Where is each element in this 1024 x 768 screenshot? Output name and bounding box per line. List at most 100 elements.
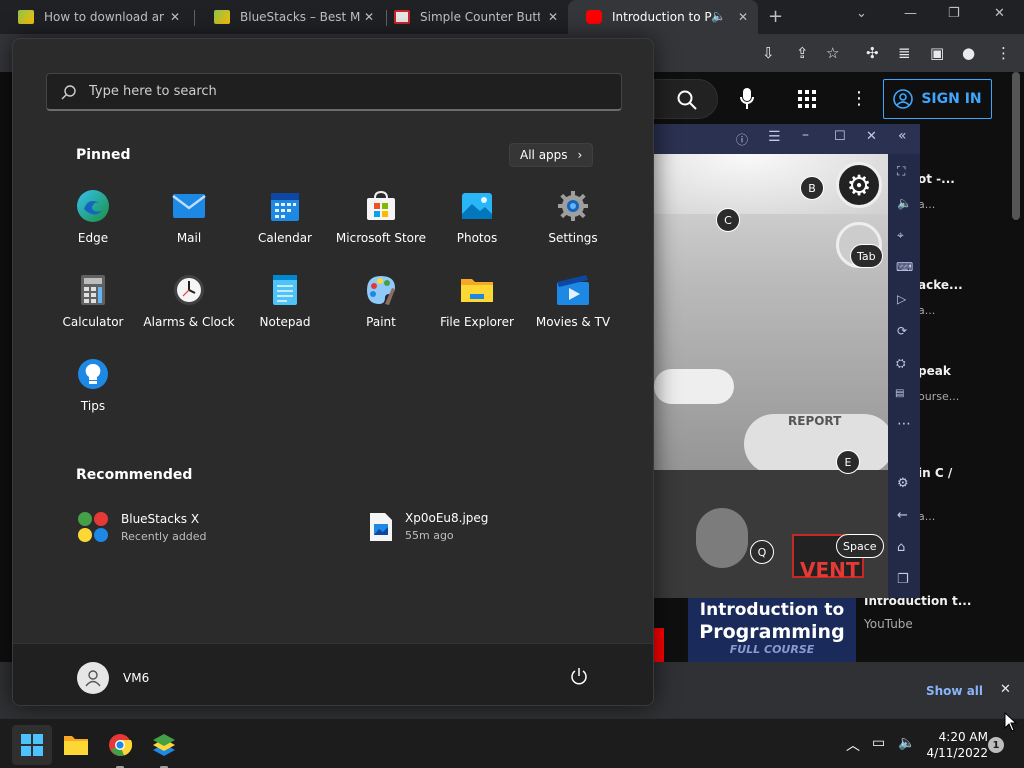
close-tab-icon[interactable]: ✕ (364, 10, 374, 24)
paint-icon (364, 273, 398, 307)
maximize-icon[interactable]: ☐ (834, 129, 846, 144)
app-label: Notepad (259, 315, 311, 329)
install-icon[interactable]: ⇩ (762, 44, 775, 62)
keymap-b[interactable]: B (800, 176, 824, 200)
volume-icon[interactable]: 🔈 (898, 735, 915, 751)
sign-in-button[interactable]: SIGN IN (883, 79, 992, 119)
taskbar-chrome[interactable] (100, 725, 140, 768)
crewmate-figure (696, 508, 748, 568)
start-search-input[interactable] (89, 84, 589, 99)
pointer-icon[interactable]: ⌖ (897, 228, 904, 243)
minimize-button[interactable]: — (904, 6, 917, 21)
home-icon[interactable]: ⌂ (897, 540, 905, 555)
macro-icon[interactable]: ▷ (897, 292, 906, 306)
rotate-icon[interactable]: ⟳ (897, 324, 907, 338)
notification-badge[interactable]: 1 (988, 737, 1004, 753)
pinned-app-paint[interactable]: Paint (333, 261, 429, 331)
extensions-icon[interactable]: ✣ (866, 44, 879, 62)
taskbar-bluestacks[interactable] (144, 725, 184, 768)
pinned-app-movies-tv[interactable]: Movies & TV (525, 261, 621, 331)
related-video-title[interactable]: ot -... (918, 172, 955, 186)
tab-introduction-to-programming[interactable]: Introduction to Pro 🔈 ✕ (568, 0, 758, 34)
tab-bluestacks[interactable]: BlueStacks – Best Mobi ✕ (196, 0, 384, 34)
side-panel-icon[interactable]: ▣ (930, 44, 944, 62)
more-icon[interactable]: ⋯ (897, 416, 911, 432)
close-download-bar-icon[interactable]: ✕ (1000, 682, 1011, 697)
youtube-search-button[interactable] (654, 79, 718, 119)
pinned-app-file-explorer[interactable]: File Explorer (429, 261, 525, 331)
minimize-icon[interactable]: – (802, 127, 809, 143)
video-thumbnail[interactable]: Introduction to Programming FULL COURSE (688, 598, 856, 662)
close-window-button[interactable]: ✕ (994, 6, 1005, 21)
pinned-app-edge[interactable]: Edge (45, 177, 141, 247)
recommended-item-bluestacks[interactable]: BlueStacks X Recently added (77, 511, 207, 543)
page-scrollbar[interactable] (1012, 72, 1020, 220)
thumbnail-title-line: Introduction to (699, 600, 845, 620)
volume-icon[interactable]: 🔈 (897, 196, 912, 210)
settings-icon[interactable]: ⚙ (897, 476, 909, 491)
multi-instance-icon[interactable]: ⛭ (896, 356, 906, 371)
keymap-q[interactable]: Q (750, 540, 774, 564)
browser-menu-icon[interactable]: ⋮ (996, 44, 1011, 62)
user-account-button[interactable]: VM6 (77, 662, 149, 694)
taskbar-file-explorer[interactable] (56, 725, 96, 765)
tab-search-icon[interactable]: ⌄ (856, 6, 867, 21)
keymap-space[interactable]: Space (836, 534, 884, 558)
recent-apps-icon[interactable]: ❐ (897, 572, 909, 587)
media-control-icon[interactable]: ≣ (898, 44, 911, 62)
pinned-app-microsoft-store[interactable]: Microsoft Store (333, 177, 429, 247)
thumbnail-title-line: Programming (699, 621, 845, 643)
game-view[interactable]: REPORT VENT B C ⚙ Tab E Q Space (654, 154, 888, 598)
apk-install-icon[interactable]: ▤ (895, 388, 904, 399)
keymap-c[interactable]: C (716, 208, 740, 232)
pinned-app-notepad[interactable]: Notepad (237, 261, 333, 331)
pinned-app-calculator[interactable]: Calculator (45, 261, 141, 331)
profile-icon[interactable]: ● (962, 44, 975, 62)
pinned-app-calendar[interactable]: Calendar (237, 177, 333, 247)
pinned-app-mail[interactable]: Mail (141, 177, 237, 247)
help-icon[interactable]: ⓘ (736, 131, 748, 148)
start-search-box[interactable] (46, 73, 622, 111)
system-clock[interactable]: 4:20 AM 4/11/2022 (920, 729, 988, 761)
related-video-title[interactable]: acke... (918, 278, 963, 292)
share-icon[interactable]: ⇪ (796, 44, 809, 62)
start-button[interactable] (12, 725, 52, 765)
show-hidden-icons-icon[interactable]: ︿ (846, 735, 860, 755)
close-tab-icon[interactable]: ✕ (170, 10, 180, 24)
power-button[interactable] (569, 666, 591, 688)
keymap-e[interactable]: E (836, 450, 860, 474)
apps-grid-icon[interactable] (798, 90, 816, 112)
tab-how-to-download[interactable]: How to download and i ✕ (0, 0, 190, 34)
pinned-app-photos[interactable]: Photos (429, 177, 525, 247)
page-favicon-icon (394, 10, 410, 24)
network-icon[interactable]: ▭ (872, 735, 885, 751)
pinned-app-tips[interactable]: Tips (45, 345, 141, 415)
tab-simple-counter[interactable]: Simple Counter Button ✕ (376, 0, 568, 34)
recommended-item-jpeg[interactable]: Xp0oEu8.jpeg 55m ago (369, 511, 488, 542)
menu-icon[interactable]: ☰ (768, 129, 781, 145)
close-tab-icon[interactable]: ✕ (548, 10, 558, 24)
keymap-tab[interactable]: Tab (850, 244, 883, 268)
keyboard-icon[interactable]: ⌨ (896, 260, 913, 274)
pinned-app-settings[interactable]: Settings (525, 177, 621, 247)
close-tab-icon[interactable]: ✕ (738, 10, 748, 24)
close-icon[interactable]: ✕ (866, 129, 877, 144)
pinned-app-alarms-clock[interactable]: Alarms & Clock (141, 261, 237, 331)
recommended-title: BlueStacks X (121, 511, 200, 526)
settings-gear-icon[interactable]: ⚙ (836, 162, 882, 208)
app-label: Calendar (258, 231, 312, 245)
related-video-title[interactable]: in C / (918, 466, 952, 480)
microphone-icon[interactable] (740, 88, 754, 110)
vent-label: VENT (800, 558, 860, 582)
speaker-icon[interactable]: 🔈 (711, 9, 726, 23)
show-all-link[interactable]: Show all (926, 684, 983, 698)
new-tab-button[interactable]: + (768, 6, 783, 27)
bookmark-star-icon[interactable]: ☆ (826, 44, 839, 62)
related-video-title[interactable]: peak (918, 364, 951, 378)
fullscreen-icon[interactable]: ⛶ (897, 164, 905, 179)
back-icon[interactable]: ← (897, 508, 908, 523)
restore-button[interactable]: ❐ (948, 6, 960, 21)
all-apps-button[interactable]: All apps › (509, 143, 594, 167)
more-options-icon[interactable]: ⋮ (850, 88, 868, 109)
collapse-sidebar-icon[interactable]: « (898, 128, 907, 144)
